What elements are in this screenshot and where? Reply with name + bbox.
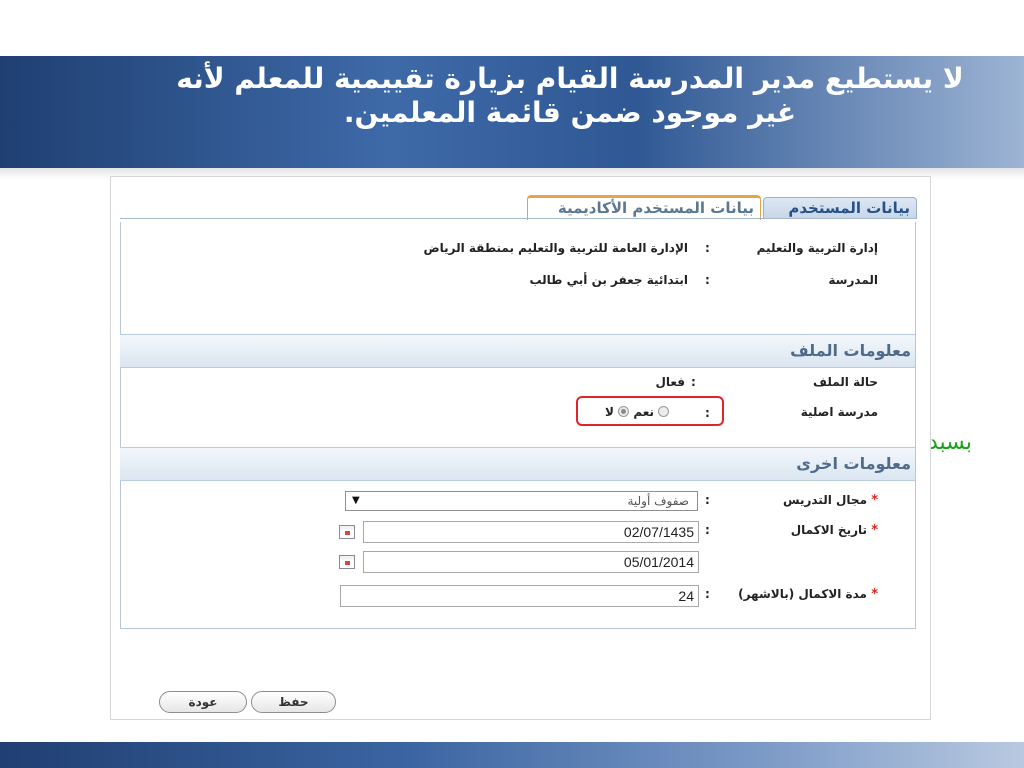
footer-band (0, 742, 1024, 768)
teaching-field-colon: : (705, 493, 710, 507)
slide-title-line1: لا يستطيع مدير المدرسة القيام بزيارة تقي… (176, 62, 964, 95)
directorate-colon: : (705, 241, 710, 255)
completion-duration-label-text: مدة الاكمال (بالاشهر) (738, 587, 867, 601)
directorate-label: إدارة التربية والتعليم (756, 241, 878, 255)
slide-title-line2: غير موجود ضمن قائمة المعلمين. (343, 96, 797, 129)
section-other-info: معلومات اخرى (120, 447, 915, 481)
radio-no[interactable] (618, 406, 630, 417)
completion-date-label-text: تاريخ الاكمال (790, 523, 867, 537)
completion-date-colon: : (705, 523, 710, 537)
school-label: المدرسة (828, 273, 878, 287)
radio-yes[interactable] (658, 406, 670, 417)
back-button[interactable]: عودة (159, 691, 247, 713)
teaching-field-select[interactable]: صفوف أولية ▼ (345, 491, 698, 511)
required-mark: * (871, 587, 878, 602)
calendar-icon[interactable] (339, 555, 355, 569)
tab-user-data[interactable]: بيانات المستخدم (763, 197, 917, 219)
original-school-label: مدرسة اصلية (800, 405, 878, 419)
tab-academic-data[interactable]: بيانات المستخدم الأكاديمية (527, 195, 761, 220)
radio-yes-label: نعم (633, 405, 655, 419)
save-button[interactable]: حفظ (251, 691, 336, 713)
file-status-label: حالة الملف (813, 375, 878, 389)
teaching-field-label-text: مجال التدريس (783, 493, 867, 507)
chevron-down-icon: ▼ (352, 495, 360, 506)
school-value: ابتدائية جعفر بن أبي طالب (529, 273, 688, 287)
required-mark: * (871, 523, 878, 538)
required-mark: * (871, 493, 878, 508)
section-file-info: معلومات الملف (120, 334, 915, 368)
tabs-divider (120, 218, 916, 219)
completion-duration-input[interactable]: 24 (340, 585, 699, 607)
app-screenshot: بيانات المستخدم بيانات المستخدم الأكاديم… (110, 176, 931, 720)
teaching-field-value: صفوف أولية (627, 494, 689, 508)
completion-duration-colon: : (705, 587, 710, 601)
original-school-colon: : (705, 406, 710, 420)
completion-date-gregorian-input[interactable]: 05/01/2014 (363, 551, 699, 573)
slide-title: لا يستطيع مدير المدرسة القيام بزيارة تقي… (170, 62, 970, 130)
side-note: بسبد (928, 430, 972, 455)
file-status-colon: : (691, 375, 696, 389)
completion-date-hijri-input[interactable]: 02/07/1435 (363, 521, 699, 543)
completion-duration-label: * مدة الاكمال (بالاشهر) (738, 587, 878, 602)
completion-date-label: * تاريخ الاكمال (791, 523, 878, 538)
directorate-value: الإدارة العامة للتربية والتعليم بمنطقة ا… (423, 241, 688, 255)
school-colon: : (705, 273, 710, 287)
teaching-field-label: * مجال التدريس (783, 493, 878, 508)
original-school-radios: نعم لا (605, 405, 670, 419)
file-status-value: فعال (655, 375, 685, 389)
radio-no-label: لا (605, 405, 614, 419)
calendar-icon[interactable] (339, 525, 355, 539)
